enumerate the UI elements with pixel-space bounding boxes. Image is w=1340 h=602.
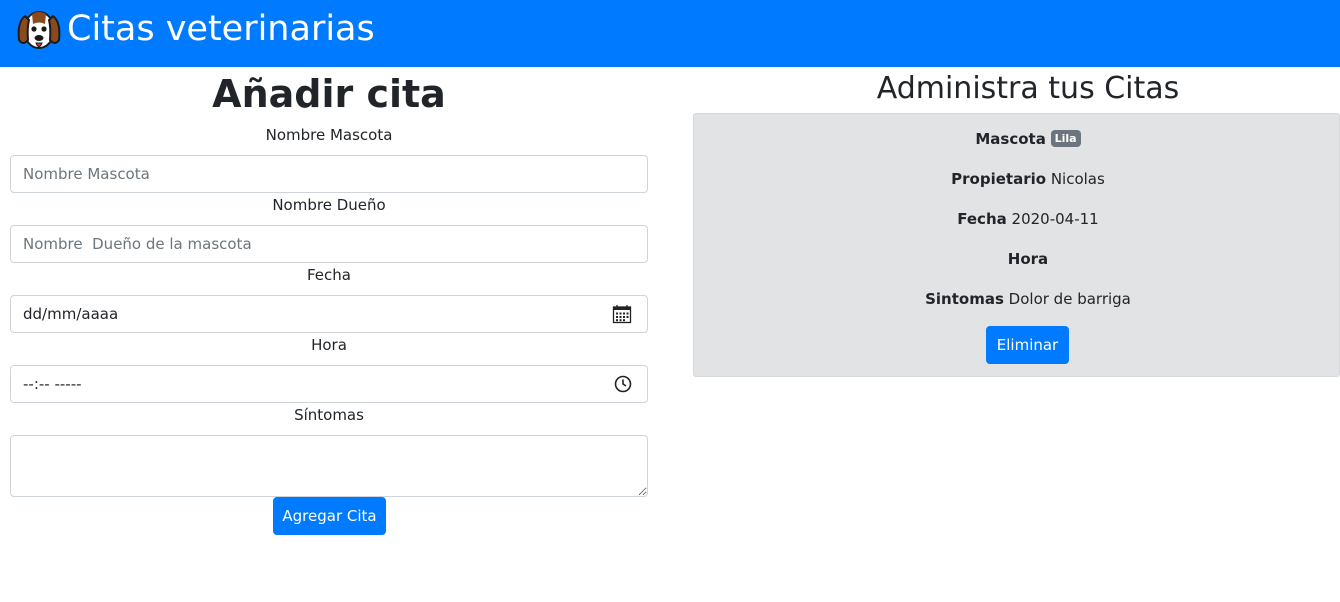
appointment-pet-row: Mascota Lila: [694, 128, 1340, 150]
owner-value: Nicolas: [1050, 170, 1105, 188]
calendar-icon[interactable]: [612, 304, 632, 324]
app-title: Citas veterinarias: [67, 9, 375, 49]
dog-icon: [17, 11, 61, 49]
symptoms-value: Dolor de barriga: [1008, 290, 1131, 308]
date-field-label: Fecha: [957, 210, 1007, 228]
symptoms-textarea[interactable]: [10, 435, 648, 497]
appointment-time-row: Hora: [694, 248, 1340, 270]
symptoms-field-label: Sintomas: [925, 290, 1004, 308]
pet-name-label: Nombre Mascota: [265, 126, 393, 144]
pet-name-badge: Lila: [1050, 130, 1081, 147]
date-input-value: dd/mm/aaaa: [23, 305, 119, 323]
symptoms-label: Síntomas: [294, 406, 364, 424]
owner-name-label: Nombre Dueño: [272, 196, 386, 214]
pet-name-input[interactable]: [10, 155, 648, 193]
navbar: Citas veterinarias: [0, 0, 1340, 67]
appointment-symptoms-row: Sintomas Dolor de barriga: [694, 288, 1340, 310]
delete-appointment-button[interactable]: Eliminar: [986, 326, 1069, 364]
owner-name-input[interactable]: [10, 225, 648, 263]
clock-icon[interactable]: [613, 374, 633, 394]
form-title: Añadir cita: [212, 72, 446, 116]
owner-field-label: Propietario: [951, 170, 1047, 188]
date-value: 2020-04-11: [1011, 210, 1099, 228]
date-label: Fecha: [307, 266, 351, 284]
time-label: Hora: [311, 336, 347, 354]
admin-title: Administra tus Citas: [876, 71, 1180, 106]
appointment-card: Mascota Lila Propietario Nicolas Fecha 2…: [693, 113, 1340, 377]
pet-field-label: Mascota: [975, 130, 1046, 148]
time-input-value: --:-- -----: [23, 375, 82, 393]
appointment-owner-row: Propietario Nicolas: [694, 168, 1340, 190]
time-field-label: Hora: [1007, 250, 1049, 268]
date-input[interactable]: dd/mm/aaaa: [10, 295, 648, 333]
time-input[interactable]: --:-- -----: [10, 365, 648, 403]
add-appointment-button[interactable]: Agregar Cita: [273, 497, 386, 535]
appointment-date-row: Fecha 2020-04-11: [694, 208, 1340, 230]
